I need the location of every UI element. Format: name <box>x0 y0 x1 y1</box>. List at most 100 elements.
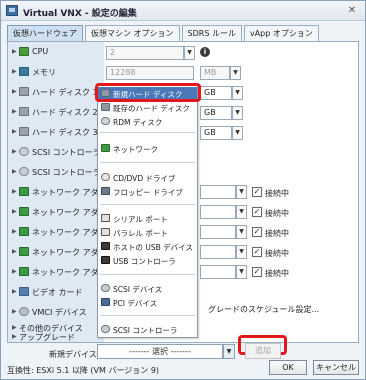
hardware-item-other-devices[interactable]: ▶ その他のデバイス <box>8 322 104 333</box>
chevron-down-icon[interactable]: ▼ <box>236 265 247 279</box>
expand-arrow-icon[interactable]: ▶ <box>12 88 17 95</box>
disk-icon <box>19 127 29 136</box>
network-select[interactable] <box>200 245 236 259</box>
parallel-port-icon <box>101 228 110 236</box>
network-select[interactable] <box>200 265 236 279</box>
cpu-count-field[interactable]: 2 <box>106 46 184 60</box>
connected-checkbox[interactable]: ✓ <box>252 207 262 217</box>
menu-item-existing-hard-disk[interactable]: 既存のハード ディスク <box>98 101 197 114</box>
chevron-down-icon[interactable]: ▼ <box>236 185 247 199</box>
cancel-button[interactable]: キャンセル <box>313 360 359 375</box>
hardware-item-label: ネットワーク アダプタ <box>32 228 104 237</box>
expand-arrow-icon[interactable]: ▶ <box>12 128 17 135</box>
hardware-item-network-adapter[interactable]: ▶ ネットワーク アダプタ <box>8 262 104 282</box>
hardware-item-label: ネットワーク アダプタ <box>32 268 104 277</box>
hardware-item-network-adapter[interactable]: ▶ ネットワーク アダプタ <box>8 202 104 222</box>
expand-arrow-icon[interactable]: ▶ <box>12 108 17 115</box>
expand-arrow-icon[interactable]: ▶ <box>12 308 17 315</box>
expand-arrow-icon[interactable]: ▶ <box>12 324 17 331</box>
menu-item-label: 既存のハード ディスク <box>113 104 190 113</box>
hardware-item-network-adapter[interactable]: ▶ ネットワーク アダプタ <box>8 182 104 202</box>
tab-vm-options[interactable]: 仮想マシン オプション <box>85 25 180 41</box>
hardware-item-label: ネットワーク アダプタ <box>32 208 104 217</box>
info-icon[interactable]: i <box>200 47 210 57</box>
menu-item-usb-controller[interactable]: USB コントローラ <box>98 254 197 267</box>
menu-item-rdm-disk[interactable]: RDM ディスク <box>98 115 197 128</box>
expand-arrow-icon[interactable]: ▶ <box>12 288 17 295</box>
upgrade-schedule-text[interactable]: グレードのスケジュール設定... <box>208 304 319 315</box>
expand-arrow-icon[interactable]: ▶ <box>12 268 17 275</box>
scsi-icon <box>19 167 29 176</box>
chevron-down-icon[interactable]: ▼ <box>236 245 247 259</box>
network-select[interactable] <box>200 185 236 199</box>
menu-item-cd-dvd-drive[interactable]: CD/DVD ドライブ <box>98 171 197 184</box>
chevron-down-icon[interactable]: ▼ <box>236 205 247 219</box>
connected-checkbox[interactable]: ✓ <box>252 247 262 257</box>
expand-arrow-icon[interactable]: ▶ <box>12 248 17 255</box>
disk-unit-select[interactable]: GB <box>200 86 232 100</box>
compatibility-text: 互換性: ESXi 5.1 以降 (VM バージョン 9) <box>7 366 160 375</box>
hardware-item-hard-disk-3[interactable]: ▶ ハード ディスク 3 <box>8 122 104 142</box>
menu-item-parallel-port[interactable]: パラレル ポート <box>98 226 197 239</box>
chevron-down-icon[interactable]: ▼ <box>232 86 243 100</box>
memory-unit-select[interactable]: MB <box>200 66 230 80</box>
hardware-item-scsi-controller-1[interactable]: ▶ SCSI コントローラ 1 <box>8 162 104 182</box>
menu-item-scsi-device[interactable]: SCSI デバイス <box>98 282 197 295</box>
memory-size-field[interactable]: 12288 <box>106 66 194 80</box>
expand-arrow-icon[interactable]: ▶ <box>12 48 17 55</box>
hardware-item-upgrade[interactable]: ▶ アップグレード <box>8 332 104 342</box>
hardware-item-hard-disk-1[interactable]: ▶ ハード ディスク 1 <box>8 82 104 102</box>
expand-arrow-icon[interactable]: ▶ <box>12 168 17 175</box>
hardware-item-label: ハード ディスク 2 <box>32 108 98 117</box>
disk-unit-select[interactable]: GB <box>200 126 232 140</box>
expand-arrow-icon[interactable]: ▶ <box>12 228 17 235</box>
menu-item-scsi-controller[interactable]: SCSI コントローラ <box>98 323 197 336</box>
new-device-select[interactable]: ------- 選択 ------- <box>97 344 223 359</box>
vmci-icon <box>19 307 29 316</box>
new-device-label: 新規デバイス: <box>49 350 100 359</box>
network-select[interactable] <box>200 225 236 239</box>
ok-button[interactable]: OK <box>269 360 307 375</box>
hardware-item-network-adapter[interactable]: ▶ ネットワーク アダプタ <box>8 242 104 262</box>
menu-item-serial-port[interactable]: シリアル ポート <box>98 212 197 225</box>
menu-item-floppy-drive[interactable]: フロッピー ドライブ <box>98 185 197 198</box>
hardware-item-memory[interactable]: ▶ メモリ <box>8 62 104 82</box>
hardware-item-hard-disk-2[interactable]: ▶ ハード ディスク 2 <box>8 102 104 122</box>
chevron-down-icon[interactable]: ▼ <box>230 66 241 80</box>
connected-checkbox[interactable]: ✓ <box>252 187 262 197</box>
hardware-item-network-adapter[interactable]: ▶ ネットワーク アダプタ <box>8 222 104 242</box>
chevron-down-icon[interactable]: ▼ <box>184 46 195 60</box>
hardware-list: ▶ CPU ▶ メモリ ▶ ハード ディスク 1 ▶ ハード ディスク 2 ▶ <box>8 42 104 342</box>
tab-vapp-options[interactable]: vApp オプション <box>243 25 319 41</box>
tab-virtual-hardware[interactable]: 仮想ハードウェア <box>7 25 83 41</box>
expand-arrow-icon[interactable]: ▶ <box>12 208 17 215</box>
add-button[interactable]: 追加 <box>245 343 281 359</box>
menu-item-network[interactable]: ネットワーク <box>98 142 197 155</box>
disk-unit-select[interactable]: GB <box>200 106 232 120</box>
chevron-down-icon[interactable]: ▼ <box>236 225 247 239</box>
chevron-down-icon[interactable]: ▼ <box>223 344 235 359</box>
expand-arrow-icon[interactable]: ▶ <box>12 148 17 155</box>
hardware-item-video-card[interactable]: ▶ ビデオ カード <box>8 282 104 302</box>
menu-separator <box>100 162 195 163</box>
menu-item-pci-device[interactable]: PCI デバイス <box>98 296 197 309</box>
menu-item-label: シリアル ポート <box>113 215 168 224</box>
connected-checkbox[interactable]: ✓ <box>252 267 262 277</box>
menu-item-host-usb-device[interactable]: ホストの USB デバイス <box>98 240 197 253</box>
expand-arrow-icon[interactable]: ▶ <box>12 188 17 195</box>
chevron-down-icon[interactable]: ▼ <box>232 106 243 120</box>
network-select[interactable] <box>200 205 236 219</box>
hardware-item-scsi-controller-0[interactable]: ▶ SCSI コントローラ 0 <box>8 142 104 162</box>
expand-arrow-icon[interactable]: ▶ <box>12 68 17 75</box>
close-icon[interactable]: ✕ <box>345 4 359 17</box>
expand-arrow-icon[interactable]: ▶ <box>12 333 17 340</box>
connected-label: 接続中 <box>265 269 289 278</box>
connected-checkbox[interactable]: ✓ <box>252 227 262 237</box>
menu-item-label: フロッピー ドライブ <box>113 188 183 197</box>
hardware-item-label: ネットワーク アダプタ <box>32 188 104 197</box>
chevron-down-icon[interactable]: ▼ <box>232 126 243 140</box>
hardware-item-cpu[interactable]: ▶ CPU <box>8 42 104 62</box>
network-icon <box>19 247 29 256</box>
tab-sdrs-rules[interactable]: SDRS ルール <box>181 25 242 41</box>
hardware-item-vmci-device[interactable]: ▶ VMCI デバイス <box>8 302 104 322</box>
